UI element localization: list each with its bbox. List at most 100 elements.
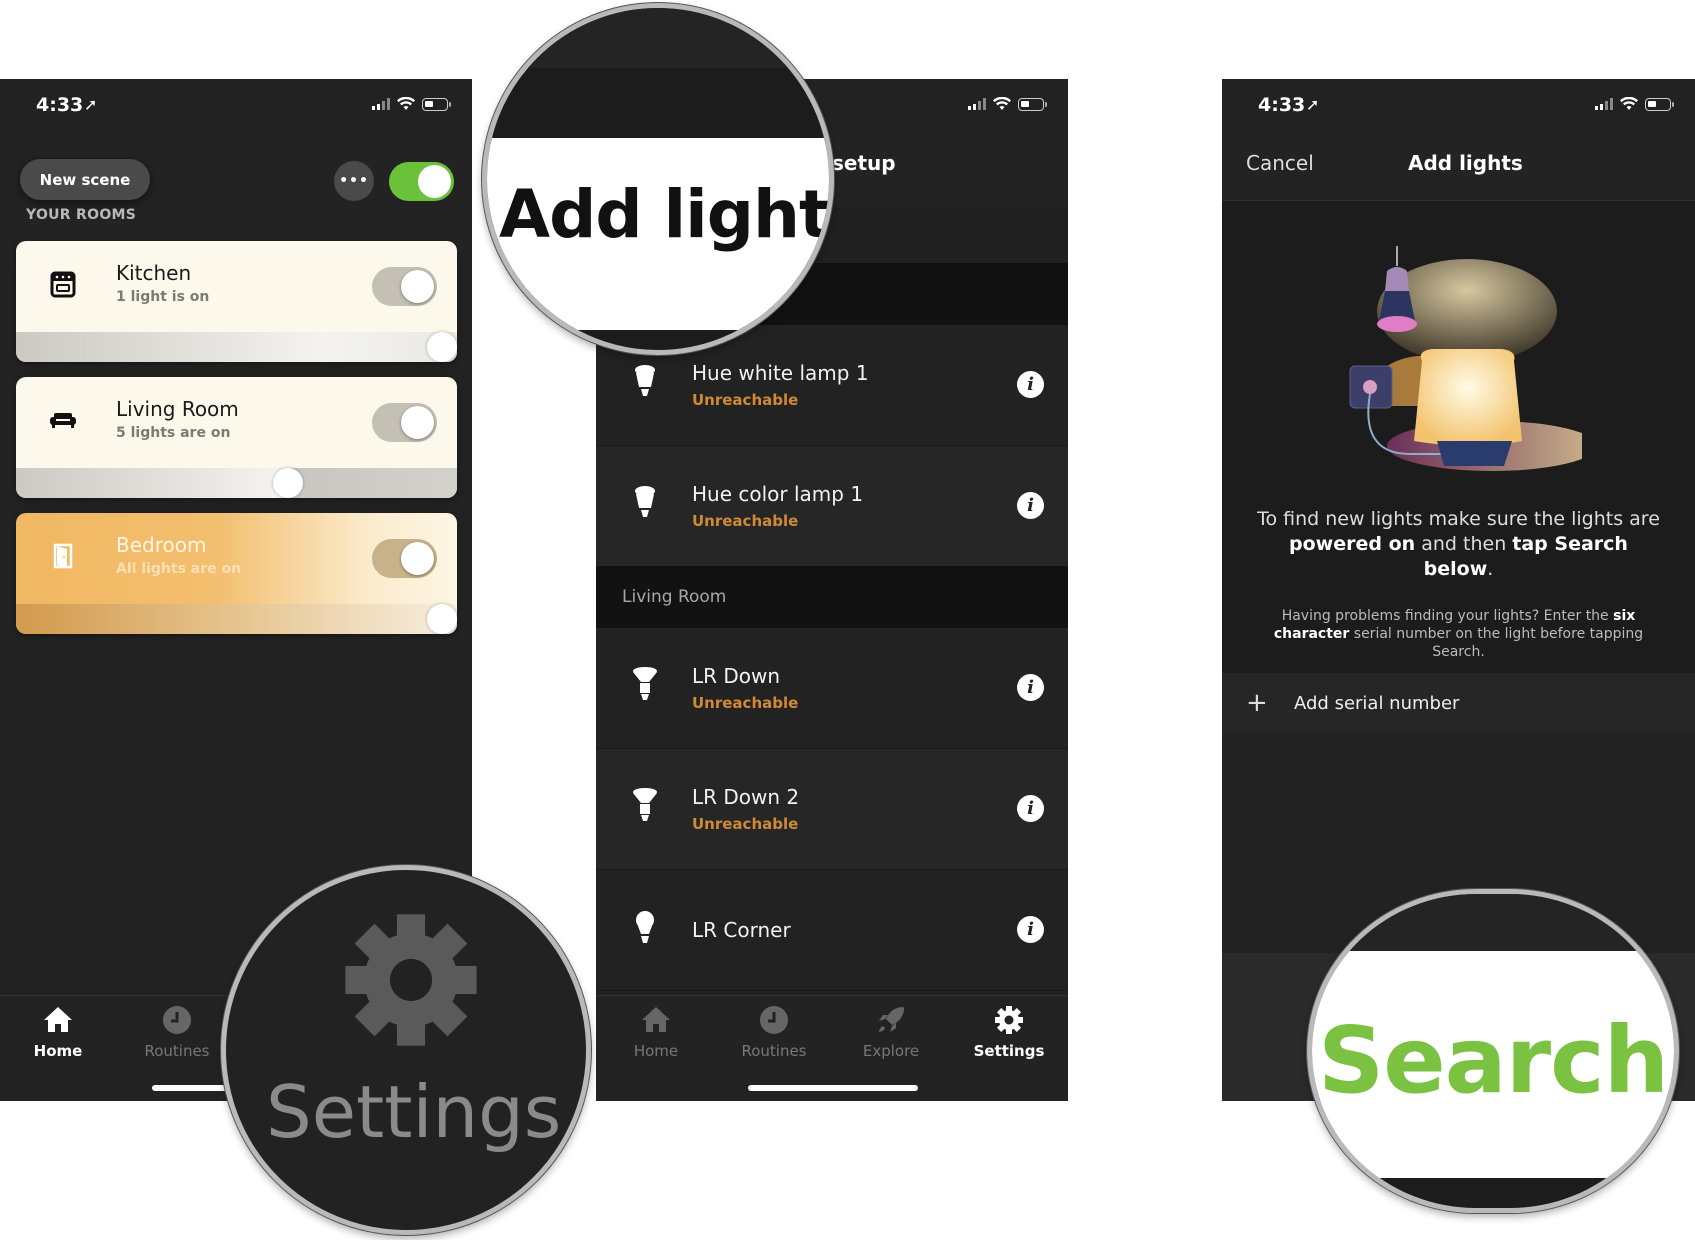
- tab-home[interactable]: Home: [606, 1004, 706, 1060]
- battery-icon: [1018, 97, 1047, 111]
- location-arrow-icon: ➚: [84, 95, 98, 114]
- light-name: Hue color lamp 1: [692, 482, 864, 506]
- bulb-icon: [635, 486, 655, 517]
- light-row[interactable]: LR Down Unreachable i: [596, 628, 1068, 749]
- clock-icon: [163, 1006, 191, 1034]
- status-bar: 4:33 ➚: [0, 79, 472, 141]
- tab-label: Routines: [741, 1042, 807, 1060]
- status-time: 4:33: [36, 94, 84, 116]
- gear-icon: [345, 914, 477, 1046]
- spot-bulb-icon: [633, 667, 657, 700]
- light-status: Unreachable: [692, 512, 799, 530]
- tab-label: Home: [33, 1042, 83, 1060]
- brightness-slider-handle[interactable]: [427, 332, 457, 362]
- light-name: LR Corner: [692, 918, 791, 942]
- page-title: setup: [832, 151, 896, 175]
- signal-icon: [372, 98, 390, 110]
- room-status: All lights are on: [116, 561, 242, 577]
- home-icon: [44, 1007, 72, 1032]
- bulb-icon: [635, 365, 655, 396]
- info-icon[interactable]: i: [1017, 371, 1044, 398]
- battery-icon: [1645, 97, 1674, 111]
- help-text: Having problems finding your lights? Ent…: [1273, 608, 1644, 660]
- tab-explore[interactable]: Explore: [841, 1004, 941, 1060]
- door-icon: [53, 543, 73, 569]
- sofa-icon: [50, 413, 76, 428]
- tab-label: Home: [633, 1042, 679, 1060]
- brightness-slider-handle[interactable]: [273, 468, 303, 498]
- tab-routines[interactable]: Routines: [127, 1004, 227, 1060]
- room-status: 1 light is on: [116, 289, 210, 305]
- page-title: Add lights: [1408, 151, 1523, 175]
- brightness-slider[interactable]: [16, 332, 457, 362]
- light-name: Hue white lamp 1: [692, 361, 869, 385]
- room-toggle[interactable]: [372, 403, 437, 442]
- section-label-your-rooms: YOUR ROOMS: [26, 207, 137, 223]
- gear-icon: [995, 1006, 1023, 1034]
- battery-icon: [422, 97, 451, 111]
- section-header-living-room: Living Room: [596, 566, 1068, 628]
- wifi-icon: [1620, 97, 1638, 110]
- oven-icon: [50, 271, 76, 298]
- light-name: LR Down 2: [692, 785, 800, 809]
- master-toggle[interactable]: [389, 162, 454, 201]
- tab-settings[interactable]: Settings: [959, 1004, 1059, 1060]
- room-name: Kitchen: [116, 261, 192, 285]
- info-icon[interactable]: i: [1017, 916, 1044, 943]
- instructions-text: To find new lights make sure the lights …: [1257, 508, 1660, 580]
- room-card-living-room[interactable]: Living Room 5 lights are on: [16, 377, 457, 498]
- callout-settings: Settings: [221, 865, 591, 1235]
- light-status: Unreachable: [692, 391, 799, 409]
- search-button-label[interactable]: Search: [1318, 1007, 1669, 1114]
- new-scene-button[interactable]: New scene: [20, 159, 150, 200]
- light-name: LR Down: [692, 664, 781, 688]
- bulb-icon: [636, 911, 654, 943]
- room-toggle[interactable]: [372, 267, 437, 306]
- wifi-icon: [397, 97, 415, 110]
- home-icon: [642, 1007, 670, 1032]
- light-row[interactable]: Hue color lamp 1 Unreachable i: [596, 446, 1068, 567]
- signal-icon: [1595, 98, 1613, 110]
- room-card-kitchen[interactable]: Kitchen 1 light is on: [16, 241, 457, 362]
- callout-settings-text: Settings: [266, 1070, 562, 1154]
- more-options-button[interactable]: •••: [334, 161, 374, 201]
- tab-label: Routines: [144, 1042, 210, 1060]
- room-name: Bedroom: [116, 533, 207, 557]
- add-serial-number-label: Add serial number: [1294, 692, 1460, 714]
- callout-add-light: Add light: [482, 3, 834, 355]
- brightness-slider[interactable]: [16, 468, 457, 498]
- cancel-button[interactable]: Cancel: [1246, 151, 1314, 175]
- light-row[interactable]: LR Corner i: [596, 870, 1068, 991]
- info-icon[interactable]: i: [1017, 492, 1044, 519]
- brightness-slider[interactable]: [16, 604, 457, 634]
- tab-label: Explore: [862, 1042, 920, 1060]
- clock-icon: [760, 1006, 788, 1034]
- light-status: Unreachable: [692, 815, 799, 833]
- room-name: Living Room: [116, 397, 239, 421]
- add-serial-number-button[interactable]: + Add serial number: [1222, 673, 1695, 733]
- wifi-icon: [993, 97, 1011, 110]
- room-status: 5 lights are on: [116, 425, 231, 441]
- callout-add-light-text: Add light: [499, 176, 830, 253]
- tab-label: Settings: [973, 1042, 1045, 1060]
- location-arrow-icon: ➚: [1306, 95, 1320, 114]
- callout-search: Search: [1307, 889, 1679, 1213]
- status-time: 4:33: [1258, 94, 1306, 116]
- plus-icon: +: [1246, 688, 1268, 718]
- status-bar: 4:33 ➚: [1222, 79, 1695, 141]
- signal-icon: [968, 98, 986, 110]
- info-icon[interactable]: i: [1017, 795, 1044, 822]
- tab-home[interactable]: Home: [8, 1004, 108, 1060]
- room-card-bedroom[interactable]: Bedroom All lights are on: [16, 513, 457, 634]
- info-icon[interactable]: i: [1017, 674, 1044, 701]
- light-row[interactable]: LR Down 2 Unreachable i: [596, 749, 1068, 870]
- home-indicator: [748, 1085, 918, 1091]
- lamp-illustration: [1349, 246, 1582, 471]
- spot-bulb-icon: [633, 788, 657, 821]
- tab-routines[interactable]: Routines: [724, 1004, 824, 1060]
- rocket-icon: [879, 1007, 904, 1032]
- tab-bar: Home Routines Explore Settings: [596, 995, 1068, 1101]
- room-toggle[interactable]: [372, 539, 437, 578]
- light-status: Unreachable: [692, 694, 799, 712]
- brightness-slider-handle[interactable]: [427, 604, 457, 634]
